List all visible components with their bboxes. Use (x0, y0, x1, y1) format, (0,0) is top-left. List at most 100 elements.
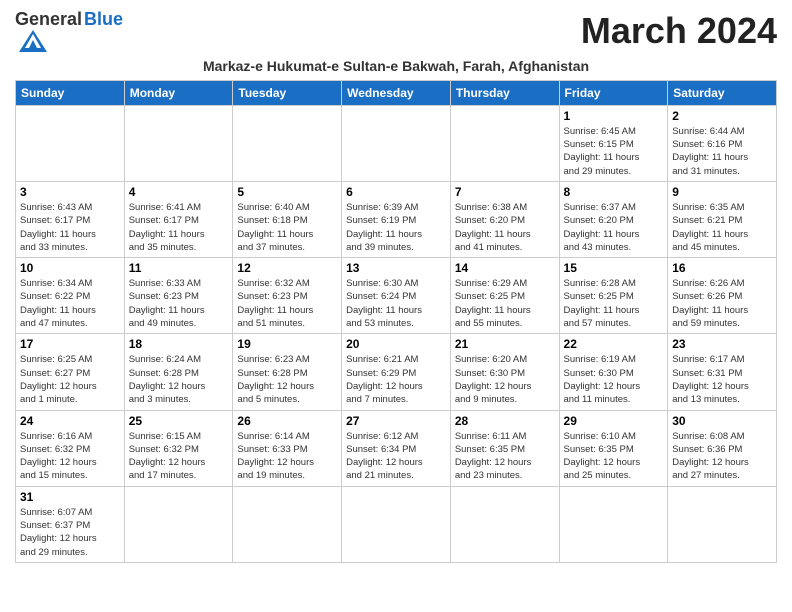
calendar-cell: 27 Sunrise: 6:12 AM Sunset: 6:34 PM Dayli… (342, 410, 451, 486)
day-info: Sunrise: 6:15 AM Sunset: 6:32 PM Dayligh… (129, 430, 229, 483)
calendar-cell: 2 Sunrise: 6:44 AM Sunset: 6:16 PM Daylig… (668, 105, 777, 181)
calendar-cell: 30Sunrise: 6:08 AM Sunset: 6:36 PM Dayli… (668, 410, 777, 486)
day-info: Sunrise: 6:19 AM Sunset: 6:30 PM Dayligh… (564, 353, 664, 406)
calendar-cell: 16 Sunrise: 6:26 AM Sunset: 6:26 PM Dayli… (668, 258, 777, 334)
day-info: Sunrise: 6:29 AM Sunset: 6:25 PM Dayligh… (455, 277, 555, 330)
day-number: 1 (564, 109, 664, 123)
day-info: Sunrise: 6:35 AM Sunset: 6:21 PM Dayligh… (672, 201, 772, 254)
logo-blue-text: Blue (84, 10, 123, 30)
week-row-4: 17 Sunrise: 6:25 AM Sunset: 6:27 PM Dayli… (16, 334, 777, 410)
subtitle: Markaz-e Hukumat-e Sultan-e Bakwah, Fara… (15, 58, 777, 74)
calendar-cell (233, 486, 342, 562)
day-number: 25 (129, 414, 229, 428)
day-info: Sunrise: 6:07 AM Sunset: 6:37 PM Dayligh… (20, 506, 120, 559)
week-row-2: 3 Sunrise: 6:43 AM Sunset: 6:17 PM Daylig… (16, 181, 777, 257)
calendar-cell: 24Sunrise: 6:16 AM Sunset: 6:32 PM Dayli… (16, 410, 125, 486)
day-number: 11 (129, 261, 229, 275)
week-row-3: 10 Sunrise: 6:34 AM Sunset: 6:22 PM Dayli… (16, 258, 777, 334)
day-info: Sunrise: 6:34 AM Sunset: 6:22 PM Dayligh… (20, 277, 120, 330)
calendar-cell: 11 Sunrise: 6:33 AM Sunset: 6:23 PM Dayli… (124, 258, 233, 334)
day-number: 16 (672, 261, 772, 275)
week-row-5: 24Sunrise: 6:16 AM Sunset: 6:32 PM Dayli… (16, 410, 777, 486)
day-number: 10 (20, 261, 120, 275)
day-info: Sunrise: 6:14 AM Sunset: 6:33 PM Dayligh… (237, 430, 337, 483)
calendar-cell: 7 Sunrise: 6:38 AM Sunset: 6:20 PM Daylig… (450, 181, 559, 257)
day-number: 5 (237, 185, 337, 199)
calendar-table: SundayMondayTuesdayWednesdayThursdayFrid… (15, 80, 777, 563)
day-info: Sunrise: 6:20 AM Sunset: 6:30 PM Dayligh… (455, 353, 555, 406)
day-number: 4 (129, 185, 229, 199)
day-info: Sunrise: 6:32 AM Sunset: 6:23 PM Dayligh… (237, 277, 337, 330)
calendar-cell: 12Sunrise: 6:32 AM Sunset: 6:23 PM Dayli… (233, 258, 342, 334)
day-info: Sunrise: 6:11 AM Sunset: 6:35 PM Dayligh… (455, 430, 555, 483)
calendar-cell: 19Sunrise: 6:23 AM Sunset: 6:28 PM Dayli… (233, 334, 342, 410)
calendar-cell (342, 105, 451, 181)
day-info: Sunrise: 6:08 AM Sunset: 6:36 PM Dayligh… (672, 430, 772, 483)
day-info: Sunrise: 6:44 AM Sunset: 6:16 PM Dayligh… (672, 125, 772, 178)
day-info: Sunrise: 6:24 AM Sunset: 6:28 PM Dayligh… (129, 353, 229, 406)
day-number: 7 (455, 185, 555, 199)
day-info: Sunrise: 6:43 AM Sunset: 6:17 PM Dayligh… (20, 201, 120, 254)
day-info: Sunrise: 6:12 AM Sunset: 6:34 PM Dayligh… (346, 430, 446, 483)
day-info: Sunrise: 6:30 AM Sunset: 6:24 PM Dayligh… (346, 277, 446, 330)
day-number: 14 (455, 261, 555, 275)
calendar-cell (559, 486, 668, 562)
day-number: 17 (20, 337, 120, 351)
day-number: 13 (346, 261, 446, 275)
calendar-cell: 15 Sunrise: 6:28 AM Sunset: 6:25 PM Dayli… (559, 258, 668, 334)
weekday-header-friday: Friday (559, 80, 668, 105)
calendar-cell (233, 105, 342, 181)
day-info: Sunrise: 6:41 AM Sunset: 6:17 PM Dayligh… (129, 201, 229, 254)
calendar-cell (342, 486, 451, 562)
day-info: Sunrise: 6:23 AM Sunset: 6:28 PM Dayligh… (237, 353, 337, 406)
calendar-cell: 18Sunrise: 6:24 AM Sunset: 6:28 PM Dayli… (124, 334, 233, 410)
day-info: Sunrise: 6:28 AM Sunset: 6:25 PM Dayligh… (564, 277, 664, 330)
day-info: Sunrise: 6:38 AM Sunset: 6:20 PM Dayligh… (455, 201, 555, 254)
day-info: Sunrise: 6:45 AM Sunset: 6:15 PM Dayligh… (564, 125, 664, 178)
day-info: Sunrise: 6:33 AM Sunset: 6:23 PM Dayligh… (129, 277, 229, 330)
week-row-1: 1 Sunrise: 6:45 AM Sunset: 6:15 PM Daylig… (16, 105, 777, 181)
weekday-header-sunday: Sunday (16, 80, 125, 105)
day-number: 31 (20, 490, 120, 504)
logo: General Blue (15, 10, 123, 54)
calendar-cell: 6 Sunrise: 6:39 AM Sunset: 6:19 PM Daylig… (342, 181, 451, 257)
day-number: 2 (672, 109, 772, 123)
day-number: 6 (346, 185, 446, 199)
day-number: 21 (455, 337, 555, 351)
calendar-cell (16, 105, 125, 181)
weekday-header-tuesday: Tuesday (233, 80, 342, 105)
calendar-cell: 31 Sunrise: 6:07 AM Sunset: 6:37 PM Dayli… (16, 486, 125, 562)
calendar-cell (450, 486, 559, 562)
day-info: Sunrise: 6:17 AM Sunset: 6:31 PM Dayligh… (672, 353, 772, 406)
day-info: Sunrise: 6:39 AM Sunset: 6:19 PM Dayligh… (346, 201, 446, 254)
calendar-cell: 5 Sunrise: 6:40 AM Sunset: 6:18 PM Daylig… (233, 181, 342, 257)
day-info: Sunrise: 6:25 AM Sunset: 6:27 PM Dayligh… (20, 353, 120, 406)
day-info: Sunrise: 6:21 AM Sunset: 6:29 PM Dayligh… (346, 353, 446, 406)
day-info: Sunrise: 6:26 AM Sunset: 6:26 PM Dayligh… (672, 277, 772, 330)
day-number: 15 (564, 261, 664, 275)
day-number: 28 (455, 414, 555, 428)
calendar-cell: 28 Sunrise: 6:11 AM Sunset: 6:35 PM Dayli… (450, 410, 559, 486)
calendar-cell: 8Sunrise: 6:37 AM Sunset: 6:20 PM Daylig… (559, 181, 668, 257)
day-number: 8 (564, 185, 664, 199)
day-info: Sunrise: 6:40 AM Sunset: 6:18 PM Dayligh… (237, 201, 337, 254)
day-number: 27 (346, 414, 446, 428)
calendar-cell: 14 Sunrise: 6:29 AM Sunset: 6:25 PM Dayli… (450, 258, 559, 334)
logo-icon (15, 28, 51, 54)
calendar-cell: 25 Sunrise: 6:15 AM Sunset: 6:32 PM Dayli… (124, 410, 233, 486)
calendar-cell: 29Sunrise: 6:10 AM Sunset: 6:35 PM Dayli… (559, 410, 668, 486)
calendar-cell: 22 Sunrise: 6:19 AM Sunset: 6:30 PM Dayli… (559, 334, 668, 410)
calendar-cell: 13 Sunrise: 6:30 AM Sunset: 6:24 PM Dayli… (342, 258, 451, 334)
calendar-cell: 26Sunrise: 6:14 AM Sunset: 6:33 PM Dayli… (233, 410, 342, 486)
month-title: March 2024 (581, 10, 777, 52)
day-number: 22 (564, 337, 664, 351)
weekday-header-row: SundayMondayTuesdayWednesdayThursdayFrid… (16, 80, 777, 105)
calendar-cell: 4 Sunrise: 6:41 AM Sunset: 6:17 PM Daylig… (124, 181, 233, 257)
day-info: Sunrise: 6:16 AM Sunset: 6:32 PM Dayligh… (20, 430, 120, 483)
day-info: Sunrise: 6:10 AM Sunset: 6:35 PM Dayligh… (564, 430, 664, 483)
header: General Blue March 2024 (15, 10, 777, 54)
weekday-header-thursday: Thursday (450, 80, 559, 105)
day-number: 3 (20, 185, 120, 199)
day-number: 9 (672, 185, 772, 199)
week-row-6: 31 Sunrise: 6:07 AM Sunset: 6:37 PM Dayli… (16, 486, 777, 562)
